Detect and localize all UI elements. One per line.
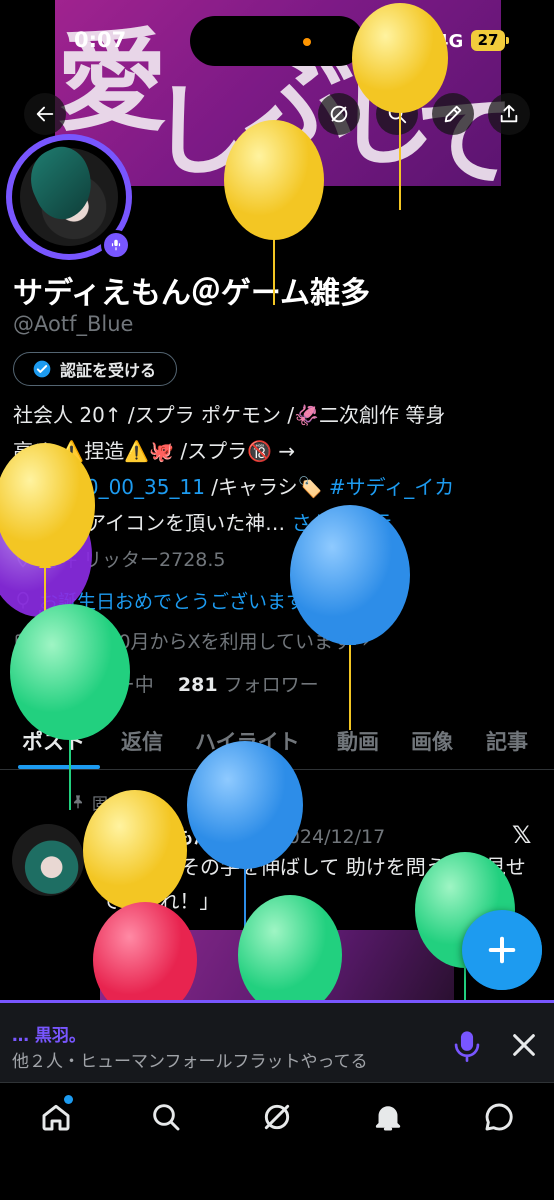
- following-link[interactable]: 306 フォロー中: [13, 674, 154, 696]
- nav-grok[interactable]: [257, 1097, 297, 1137]
- post-header: サディえもん＠ゲ… 2024/12/17: [100, 822, 385, 849]
- hashtag-link[interactable]: の創作: [13, 511, 73, 535]
- following-count: 306: [13, 674, 53, 696]
- messages-icon: [485, 1103, 513, 1131]
- profile-bio: 社会人 20↑ /スプラ ポケモン /🦑二次創作 等身 高め ⚠️捏造⚠️🐙 /…: [13, 397, 543, 541]
- pin-icon: [74, 795, 82, 809]
- space-badge-icon: [101, 230, 131, 260]
- network-type: 4G: [436, 31, 464, 52]
- search-icon: [153, 1104, 180, 1131]
- bottom-navigation: [0, 1082, 554, 1200]
- tab-videos[interactable]: 動画: [337, 726, 379, 756]
- tab-posts[interactable]: ポスト: [22, 726, 85, 756]
- user-handle: @Aotf_Blue: [13, 312, 134, 336]
- bio-text: /アイコンを頂いた神…: [73, 511, 292, 535]
- active-tab-indicator: [18, 765, 100, 769]
- search-icon: [388, 105, 407, 124]
- grok-button[interactable]: [318, 93, 360, 135]
- bio-text: /キャラシ🏷️: [204, 475, 329, 499]
- tab-images[interactable]: 画像: [411, 726, 453, 756]
- tab-replies[interactable]: 返信: [121, 726, 163, 756]
- home-icon: [42, 1104, 70, 1131]
- location-text: 阿吽 リッター2728.5: [39, 549, 226, 571]
- microphone-icon[interactable]: [452, 1029, 482, 1063]
- space-subtitle: 他２人・ヒューマンフォールフラットやってる: [12, 1052, 368, 1072]
- x-logo-icon: 𝕏: [512, 821, 532, 849]
- profile-tabs: ポスト 返信 ハイライト 動画 画像 記事: [0, 718, 554, 770]
- compose-button-overlay[interactable]: [462, 910, 542, 990]
- joined-text: 2023年10月からXを利用しています: [39, 631, 352, 653]
- location-pin-icon: [17, 551, 29, 568]
- show-more-link[interactable]: さらに表示: [291, 511, 391, 535]
- followers-link[interactable]: 281 フォロワー: [178, 674, 319, 696]
- pen-icon: [444, 105, 462, 123]
- plus-icon: [488, 936, 516, 964]
- joined-line[interactable]: 2023年10月からXを利用しています ›: [13, 627, 370, 654]
- chevron-right-icon: ›: [361, 629, 370, 652]
- pinned-label: 固定: [70, 790, 124, 814]
- nav-notifications[interactable]: [368, 1097, 408, 1137]
- space-title: … 黒羽。: [12, 1026, 86, 1046]
- calendar-icon: [15, 633, 31, 648]
- hashtag-link[interactable]: #サディ_イカ: [329, 475, 454, 499]
- close-icon[interactable]: [510, 1031, 538, 1059]
- bio-line: 高め ⚠️捏造⚠️🐙 /スプラ🔞 →: [13, 439, 296, 463]
- bio-line: 社会人 20↑ /スプラ ポケモン /🦑二次創作 等身: [13, 403, 446, 427]
- back-arrow-icon: [36, 106, 54, 122]
- bio-line: の創作 /アイコンを頂いた神… さらに表示: [13, 505, 543, 541]
- notification-dot: [64, 1095, 73, 1104]
- nav-search[interactable]: [146, 1097, 186, 1137]
- pinned-text: 固定: [92, 794, 125, 813]
- battery-icon: 27: [471, 30, 509, 51]
- tab-articles[interactable]: 記事: [486, 726, 528, 756]
- share-button[interactable]: [488, 93, 530, 135]
- privacy-indicator: [303, 38, 311, 46]
- post-author-avatar[interactable]: [12, 824, 84, 896]
- back-button[interactable]: [24, 93, 66, 135]
- share-icon: [500, 104, 518, 123]
- signal-icon: [396, 34, 430, 50]
- followers-label: フォロワー: [223, 674, 319, 696]
- balloon-icon: [17, 591, 29, 608]
- display-name: サディえもん＠ゲーム雑多: [13, 276, 370, 311]
- post-media-image[interactable]: [100, 930, 454, 1002]
- birthday-line: お誕生日おめでとうございます。: [13, 587, 322, 614]
- grok-icon: [264, 1104, 290, 1130]
- post-date: 2024/12/17: [275, 826, 386, 848]
- banner-glyph: し: [150, 72, 250, 186]
- status-time: 0:07: [74, 28, 127, 52]
- verified-badge-icon: [33, 360, 51, 378]
- birthday-text: お誕生日おめでとうございます。: [39, 591, 323, 613]
- follow-stats: 306 フォロー中 281 フォロワー: [13, 670, 319, 697]
- edit-button[interactable]: [432, 93, 474, 135]
- get-verified-label: 認証を受ける: [60, 361, 157, 380]
- location-line: 阿吽 リッター2728.5: [13, 545, 226, 572]
- post-author-name[interactable]: サディえもん＠ゲ…: [100, 826, 270, 848]
- following-label: フォロー中: [58, 674, 154, 696]
- live-space-bar[interactable]: … 黒羽。 他２人・ヒューマンフォールフラットやってる: [0, 1000, 554, 1082]
- followers-count: 281: [177, 674, 218, 696]
- grok-icon: [330, 105, 348, 123]
- search-button[interactable]: [376, 93, 418, 135]
- tab-highlights[interactable]: ハイライト: [195, 726, 300, 756]
- bell-icon: [375, 1106, 401, 1131]
- bio-line: @Faust0_00_35_11 /キャラシ🏷️ #サディ_イカ: [13, 469, 543, 505]
- dynamic-island: [190, 16, 364, 66]
- mention-link[interactable]: @Faust0_00_35_11: [13, 475, 205, 499]
- post-text: 「さぁ！その手を伸ばして 助けを問う姿を見せておくれ！」: [100, 855, 526, 913]
- nav-messages[interactable]: [479, 1097, 519, 1137]
- get-verified-button[interactable]: 認証を受ける: [13, 352, 177, 386]
